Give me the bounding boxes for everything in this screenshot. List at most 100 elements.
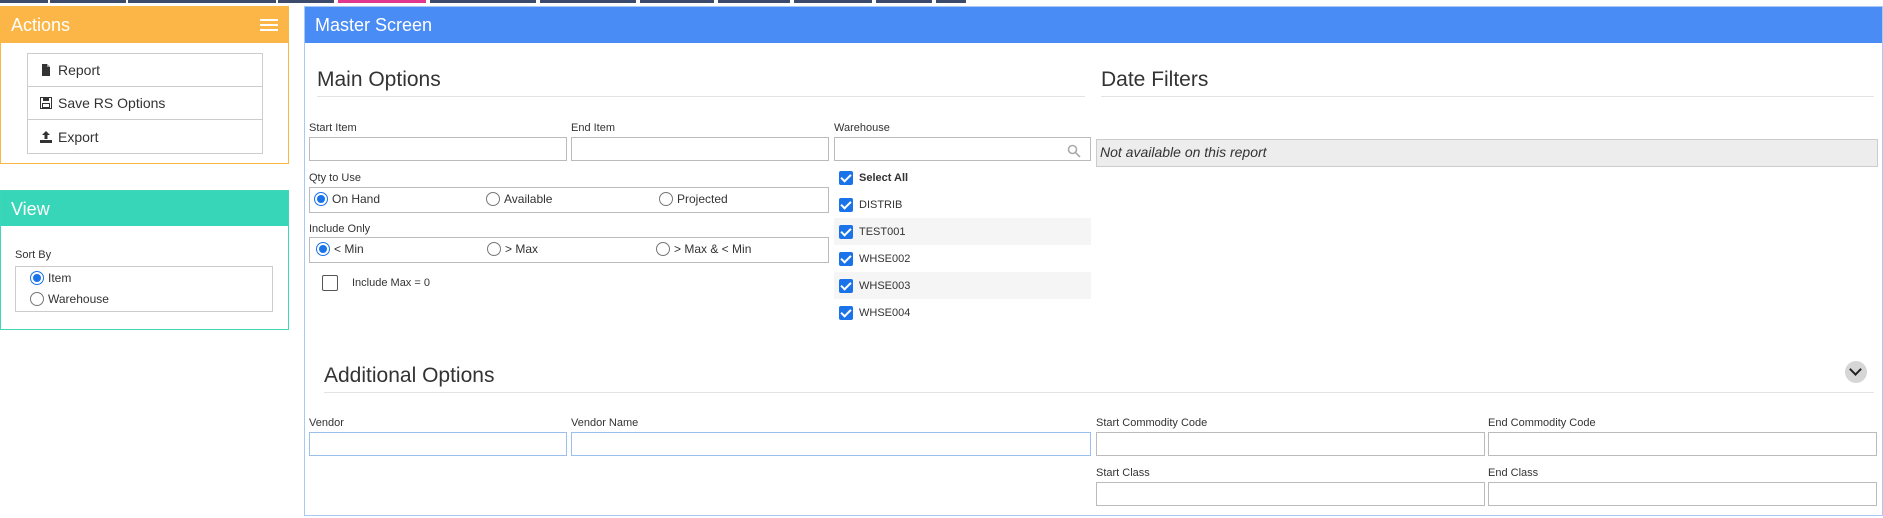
search-icon[interactable] — [1067, 144, 1081, 158]
sort-by-group: Item Warehouse — [15, 266, 273, 312]
vendor-name-label: Vendor Name — [571, 417, 639, 429]
sort-item-option[interactable]: Item — [30, 271, 71, 285]
master-panel: Master Screen Main Options Start Item En… — [304, 6, 1883, 516]
warehouse-item-label: DISTRIB — [859, 198, 903, 211]
end-class-label: End Class — [1488, 467, 1539, 479]
hamburger-menu-icon[interactable] — [260, 19, 278, 33]
chevron-down-icon[interactable] — [1845, 361, 1867, 383]
actions-panel: Actions Report Save RS Options Export — [0, 6, 289, 164]
include-gt-max-lt-min-radio[interactable] — [656, 242, 670, 256]
warehouse-item-label: WHSE002 — [859, 252, 911, 265]
warehouse-item[interactable]: WHSE003 — [834, 272, 1091, 299]
include-lt-min-option[interactable]: < Min — [316, 242, 364, 256]
warehouse-distrib-checkbox[interactable] — [839, 197, 853, 212]
end-commodity-code-label: End Commodity Code — [1488, 417, 1596, 429]
upload-icon — [40, 130, 52, 143]
include-gt-max-lt-min-label: > Max & < Min — [674, 242, 752, 256]
end-item-input[interactable] — [571, 137, 829, 161]
report-button[interactable]: Report — [28, 54, 262, 87]
qty-on-hand-radio[interactable] — [314, 192, 328, 206]
qty-to-use-label: Qty to Use — [309, 172, 361, 184]
include-only-group: < Min > Max > Max & < Min — [309, 237, 829, 263]
warehouse-test001-checkbox[interactable] — [839, 224, 853, 239]
master-title: Master Screen — [315, 15, 433, 35]
start-commodity-code-label: Start Commodity Code — [1096, 417, 1208, 429]
warehouse-whse003-checkbox[interactable] — [839, 278, 853, 293]
qty-on-hand-option[interactable]: On Hand — [314, 192, 380, 206]
warehouse-item-label: WHSE003 — [859, 279, 911, 292]
include-max-zero-label: Include Max = 0 — [352, 277, 430, 289]
additional-options-title: Additional Options — [324, 364, 495, 387]
include-max-zero-option[interactable]: Include Max = 0 — [322, 275, 430, 291]
warehouse-item[interactable]: TEST001 — [834, 218, 1091, 245]
qty-available-label: Available — [504, 192, 553, 206]
qty-available-radio[interactable] — [486, 192, 500, 206]
vendor-label: Vendor — [309, 417, 344, 429]
actions-title: Actions — [11, 15, 71, 35]
vendor-name-input[interactable] — [571, 432, 1091, 456]
warehouse-whse004-checkbox[interactable] — [839, 305, 853, 320]
include-gt-max-label: > Max — [505, 242, 539, 256]
start-class-label: Start Class — [1096, 467, 1150, 479]
include-lt-min-radio[interactable] — [316, 242, 330, 256]
report-label: Report — [58, 62, 101, 78]
view-title: View — [11, 199, 50, 219]
start-commodity-code-input[interactable] — [1096, 432, 1485, 456]
warehouse-item[interactable]: WHSE004 — [834, 299, 1091, 326]
start-item-label: Start Item — [309, 122, 357, 134]
warehouse-label: Warehouse — [834, 122, 890, 134]
master-header: Master Screen — [305, 7, 1882, 43]
warehouse-select-all-checkbox[interactable] — [839, 170, 853, 185]
qty-projected-radio[interactable] — [659, 192, 673, 206]
warehouse-select-all-label: Select All — [859, 171, 909, 184]
warehouse-list: Select All DISTRIB TEST001 WHSE002 WHSE0… — [834, 164, 1091, 328]
include-lt-min-label: < Min — [334, 242, 364, 256]
include-only-label: Include Only — [309, 223, 371, 235]
save-rs-options-button[interactable]: Save RS Options — [28, 87, 262, 120]
save-rs-options-label: Save RS Options — [58, 95, 166, 111]
include-gt-max-lt-min-option[interactable]: > Max & < Min — [656, 242, 751, 256]
vendor-input[interactable] — [309, 432, 567, 456]
include-gt-max-option[interactable]: > Max — [487, 242, 538, 256]
end-item-label: End Item — [571, 122, 616, 134]
actions-header: Actions — [1, 7, 288, 43]
export-label: Export — [58, 128, 99, 145]
end-class-input[interactable] — [1488, 482, 1877, 506]
sort-warehouse-label: Warehouse — [48, 292, 109, 306]
main-options-title: Main Options — [317, 68, 441, 91]
qty-projected-label: Projected — [677, 192, 728, 206]
include-gt-max-radio[interactable] — [487, 242, 501, 256]
start-class-input[interactable] — [1096, 482, 1485, 506]
end-commodity-code-input[interactable] — [1488, 432, 1877, 456]
date-filters-divider — [1101, 96, 1874, 97]
date-filters-title: Date Filters — [1101, 68, 1209, 91]
date-filters-unavailable-message: Not available on this report — [1096, 139, 1878, 167]
start-item-input[interactable] — [309, 137, 567, 161]
sort-by-label: Sort By — [15, 249, 52, 261]
actions-list: Report Save RS Options Export — [27, 53, 263, 154]
sort-warehouse-radio[interactable] — [30, 292, 44, 306]
include-max-zero-checkbox[interactable] — [322, 275, 338, 291]
view-header: View — [1, 191, 288, 226]
warehouse-search-input[interactable] — [834, 137, 1091, 161]
additional-options-divider — [324, 392, 1874, 393]
export-button[interactable]: Export — [28, 120, 262, 153]
warehouse-item-label: TEST001 — [859, 225, 906, 238]
warehouse-item-label: WHSE004 — [859, 306, 911, 319]
warehouse-select-all[interactable]: Select All — [834, 164, 1091, 191]
qty-on-hand-label: On Hand — [332, 192, 381, 206]
warehouse-whse002-checkbox[interactable] — [839, 251, 853, 266]
view-panel: View Sort By Item Warehouse — [0, 190, 289, 330]
qty-projected-option[interactable]: Projected — [659, 192, 728, 206]
sort-item-radio[interactable] — [30, 271, 44, 285]
save-icon — [40, 97, 52, 109]
warehouse-item[interactable]: WHSE002 — [834, 245, 1091, 272]
sort-warehouse-option[interactable]: Warehouse — [30, 292, 109, 306]
main-options-divider — [317, 96, 1085, 97]
file-icon — [40, 64, 52, 76]
qty-to-use-group: On Hand Available Projected — [309, 187, 829, 213]
warehouse-item[interactable]: DISTRIB — [834, 191, 1091, 218]
top-tab-strip — [0, 0, 1000, 3]
sort-item-label: Item — [48, 271, 72, 285]
qty-available-option[interactable]: Available — [486, 192, 552, 206]
